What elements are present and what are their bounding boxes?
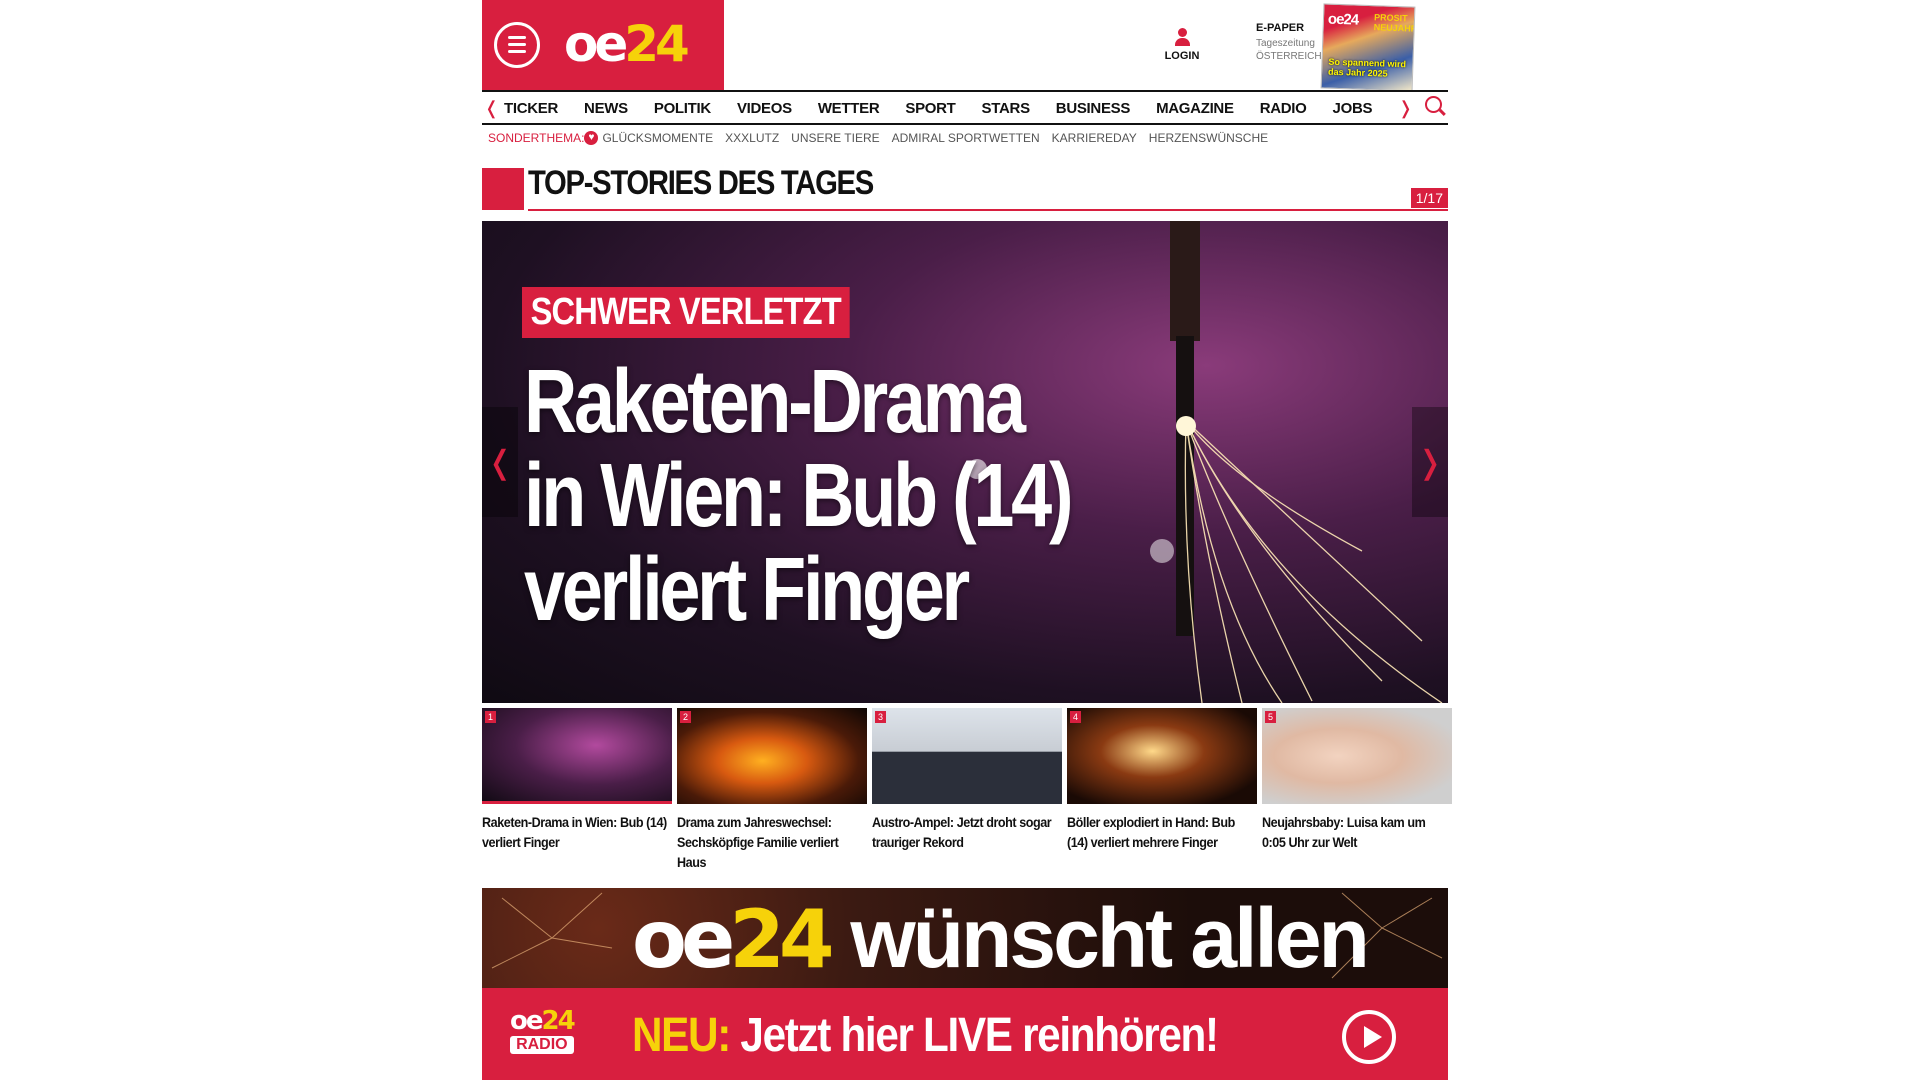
nav-item-news[interactable]: NEWS (584, 100, 628, 117)
sonderthema-item[interactable]: UNSERE TIERE (791, 131, 879, 145)
story-thumb[interactable]: 2 Drama zum Jahreswechsel: Sechsköpfige … (677, 708, 867, 872)
slide-counter: 1/17 (1410, 188, 1448, 208)
thumb-caption[interactable]: Böller explodiert in Hand: Bub (14) verl… (1067, 812, 1256, 852)
nav-item-politik[interactable]: POLITIK (654, 100, 711, 117)
thumb-number: 4 (1070, 711, 1082, 723)
banner-slogan: wünscht allen (850, 891, 1369, 985)
site-logo[interactable]: oe24 (564, 15, 690, 73)
epaper-cover-headline: So spannend wird das Jahr 2025 (1327, 56, 1407, 79)
sonderthema-item[interactable]: XXXLUTZ (725, 131, 779, 145)
nav-item-stars[interactable]: STARS (982, 100, 1031, 117)
section-title: TOP-STORIES DES TAGES (528, 164, 874, 202)
login-button[interactable]: LOGIN (1162, 28, 1202, 62)
radio-text: Jetzt hier LIVE reinhören! (740, 1009, 1219, 1062)
banner-text: oe24 wünscht allen (632, 888, 1370, 988)
radio-logo-sub: RADIO (510, 1036, 574, 1054)
nav-item-radio[interactable]: RADIO (1260, 100, 1307, 117)
chevron-left-icon[interactable]: ❬ (484, 98, 499, 119)
epaper-link[interactable]: E-PAPER Tageszeitung ÖSTERREICH (1256, 22, 1322, 63)
main-nav: ❬ TICKER NEWS POLITIK VIDEOS WETTER SPOR… (482, 90, 1448, 125)
play-icon[interactable] (1342, 1010, 1396, 1064)
logo-accent: 24 (624, 15, 690, 73)
sonderthema-item[interactable]: ADMIRAL SPORTWETTEN (892, 131, 1040, 145)
search-icon[interactable] (1425, 96, 1442, 113)
thumb-caption[interactable]: Raketen-Drama in Wien: Bub (14) verliert… (482, 812, 671, 852)
thumb-caption[interactable]: Austro-Ampel: Jetzt droht sogar traurige… (872, 812, 1061, 852)
epaper-line2: ÖSTERREICH (1256, 51, 1322, 62)
chevron-right-icon[interactable]: ❭ (1398, 98, 1413, 119)
thumb-image: 3 (872, 708, 1062, 804)
nav-item-business[interactable]: BUSINESS (1056, 100, 1131, 117)
logo-main: oe (564, 15, 628, 73)
radio-logo-main: oe (510, 1006, 543, 1036)
slider-prev-icon[interactable]: ❬ (482, 407, 518, 517)
thumb-image: 2 (677, 708, 867, 804)
new-year-banner[interactable]: oe24 wünscht allen (482, 888, 1448, 988)
banner-logo-main: oe (632, 893, 735, 986)
page: oe24 LOGIN E-PAPER Tageszeitung ÖSTERREI… (482, 0, 1452, 1080)
section-divider (528, 209, 1448, 211)
nav-item-sport[interactable]: SPORT (905, 100, 955, 117)
thumb-number: 3 (875, 711, 887, 723)
thumb-number: 1 (485, 711, 497, 723)
epaper-cover-badge: PROSIT NEUJAHR! (1373, 12, 1416, 34)
nav-item-jobs[interactable]: JOBS (1333, 100, 1373, 117)
story-thumb[interactable]: 5 Neujahrsbaby: Luisa kam um 0:05 Uhr zu… (1262, 708, 1452, 872)
sonderthema-item[interactable]: HERZENSWÜNSCHE (1149, 131, 1268, 145)
hero-headline[interactable]: Raketen-Drama in Wien: Bub (14) verliert… (524, 355, 1098, 637)
hero-story[interactable]: SCHWER VERLETZT Raketen-Drama in Wien: B… (482, 221, 1448, 703)
user-icon (1162, 28, 1202, 46)
thumb-image: 1 (482, 708, 672, 804)
story-thumb[interactable]: 1 Raketen-Drama in Wien: Bub (14) verlie… (482, 708, 672, 872)
radio-prefix: NEU: (632, 1009, 731, 1062)
radio-cta[interactable]: NEU: Jetzt hier LIVE reinhören! (632, 1008, 1219, 1063)
logo-area: oe24 (482, 0, 724, 90)
epaper-cover-logo: oe24 (1327, 10, 1359, 29)
thumb-caption[interactable]: Neujahrsbaby: Luisa kam um 0:05 Uhr zur … (1262, 812, 1451, 852)
heart-icon: ♥ (584, 131, 599, 145)
sonderthema-label: SONDERTHEMA: (488, 131, 585, 145)
thumb-caption[interactable]: Drama zum Jahreswechsel: Sechsköpfige Fa… (677, 812, 866, 872)
slider-next-icon[interactable]: ❭ (1412, 407, 1448, 517)
nav-item-wetter[interactable]: WETTER (818, 100, 880, 117)
nav-item-videos[interactable]: VIDEOS (737, 100, 792, 117)
story-thumbnails: 1 Raketen-Drama in Wien: Bub (14) verlie… (482, 708, 1452, 872)
menu-icon[interactable] (494, 22, 540, 68)
login-label: LOGIN (1164, 50, 1200, 62)
epaper-cover-image[interactable]: oe24 PROSIT NEUJAHR! So spannend wird da… (1320, 3, 1416, 92)
thumb-image: 4 (1067, 708, 1257, 804)
banner-logo-accent: 24 (729, 893, 834, 986)
story-thumb[interactable]: 3 Austro-Ampel: Jetzt droht sogar trauri… (872, 708, 1062, 872)
thumb-number: 5 (1265, 711, 1277, 723)
sonderthema-item[interactable]: KARRIEREDAY (1052, 131, 1137, 145)
thumb-image: 5 (1262, 708, 1452, 804)
epaper-title: E-PAPER (1256, 22, 1305, 34)
story-thumb[interactable]: 4 Böller explodiert in Hand: Bub (14) ve… (1067, 708, 1257, 872)
nav-item-magazine[interactable]: MAGAZINE (1156, 100, 1234, 117)
thumb-number: 2 (680, 711, 692, 723)
radio-logo-accent: 24 (541, 1006, 576, 1036)
epaper-line1: Tageszeitung (1256, 38, 1315, 49)
nav-item-ticker[interactable]: TICKER (504, 100, 558, 117)
hero-kicker: SCHWER VERLETZT (522, 287, 850, 338)
section-marker (482, 168, 524, 210)
sonderthema-item[interactable]: GLÜCKSMOMENTE (602, 131, 713, 145)
radio-logo: oe24 RADIO (510, 1006, 576, 1054)
radio-bar[interactable]: oe24 RADIO NEU: Jetzt hier LIVE reinhöre… (482, 988, 1448, 1080)
nav-items: TICKER NEWS POLITIK VIDEOS WETTER SPORT … (504, 100, 1372, 117)
sonderthema-bar: SONDERTHEMA: ♥ GLÜCKSMOMENTE XXXLUTZ UNS… (488, 131, 1268, 145)
